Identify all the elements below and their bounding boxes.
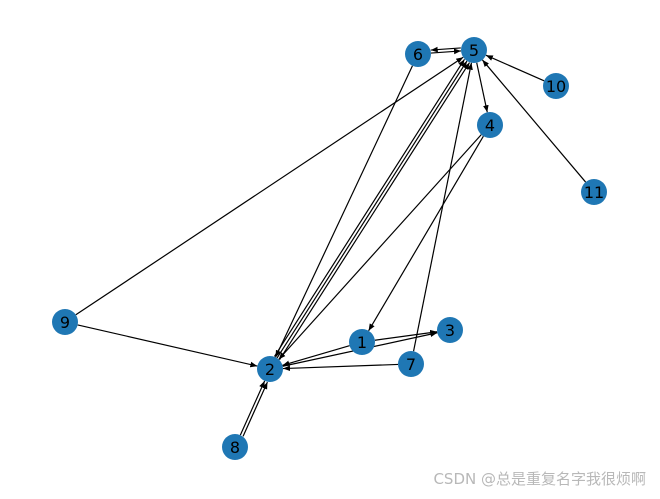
node-6: 6 bbox=[405, 41, 431, 67]
edge-5-to-4 bbox=[476, 62, 489, 113]
node-label-8: 8 bbox=[230, 438, 240, 457]
node-4: 4 bbox=[477, 112, 503, 138]
edge-4-to-1 bbox=[368, 135, 484, 332]
watermark: CSDN @总是重复名字我很烦啊 bbox=[433, 470, 646, 488]
edge-10-to-5 bbox=[485, 54, 545, 82]
edge-9-to-5 bbox=[75, 56, 464, 316]
graph-canvas: 1 2 3 4 5 6 7 8 9 10 11 CSDN @总是重复名字我很烦啊 bbox=[0, 0, 660, 499]
edge-2-to-5 bbox=[273, 59, 465, 357]
edge-7-to-2 bbox=[282, 363, 399, 372]
node-label-3: 3 bbox=[445, 321, 455, 340]
nodes-layer: 1 2 3 4 5 6 7 8 9 10 11 bbox=[52, 37, 607, 460]
network-graph: 1 2 3 4 5 6 7 8 9 10 11 bbox=[52, 37, 607, 460]
edge-8-to-2 bbox=[242, 381, 268, 437]
node-label-10: 10 bbox=[546, 77, 566, 96]
edge-6-to-2 bbox=[274, 65, 414, 358]
node-3: 3 bbox=[437, 317, 463, 343]
node-label-1: 1 bbox=[357, 333, 367, 352]
edges-layer bbox=[75, 46, 587, 437]
edge-2-to-5 bbox=[279, 62, 471, 360]
node-label-6: 6 bbox=[413, 45, 423, 64]
edge-6-to-5 bbox=[430, 48, 462, 55]
node-label-11: 11 bbox=[584, 183, 604, 202]
node-5: 5 bbox=[461, 37, 487, 63]
node-label-9: 9 bbox=[60, 313, 70, 332]
edge-7-to-5 bbox=[412, 62, 473, 352]
node-label-7: 7 bbox=[406, 355, 416, 374]
node-2: 2 bbox=[257, 356, 283, 382]
node-7: 7 bbox=[398, 351, 424, 377]
node-label-4: 4 bbox=[485, 116, 495, 135]
edge-5-to-6 bbox=[430, 46, 461, 53]
edge-8-to-2 bbox=[239, 380, 266, 436]
node-label-5: 5 bbox=[469, 41, 479, 60]
edge-9-to-2 bbox=[77, 324, 258, 368]
edge-2-to-5 bbox=[276, 60, 468, 359]
node-10: 10 bbox=[543, 73, 569, 99]
node-1: 1 bbox=[349, 329, 375, 355]
node-8: 8 bbox=[222, 434, 248, 460]
node-label-2: 2 bbox=[265, 360, 275, 379]
node-11: 11 bbox=[581, 179, 607, 205]
node-9: 9 bbox=[52, 309, 78, 335]
edge-1-to-2 bbox=[282, 345, 350, 367]
